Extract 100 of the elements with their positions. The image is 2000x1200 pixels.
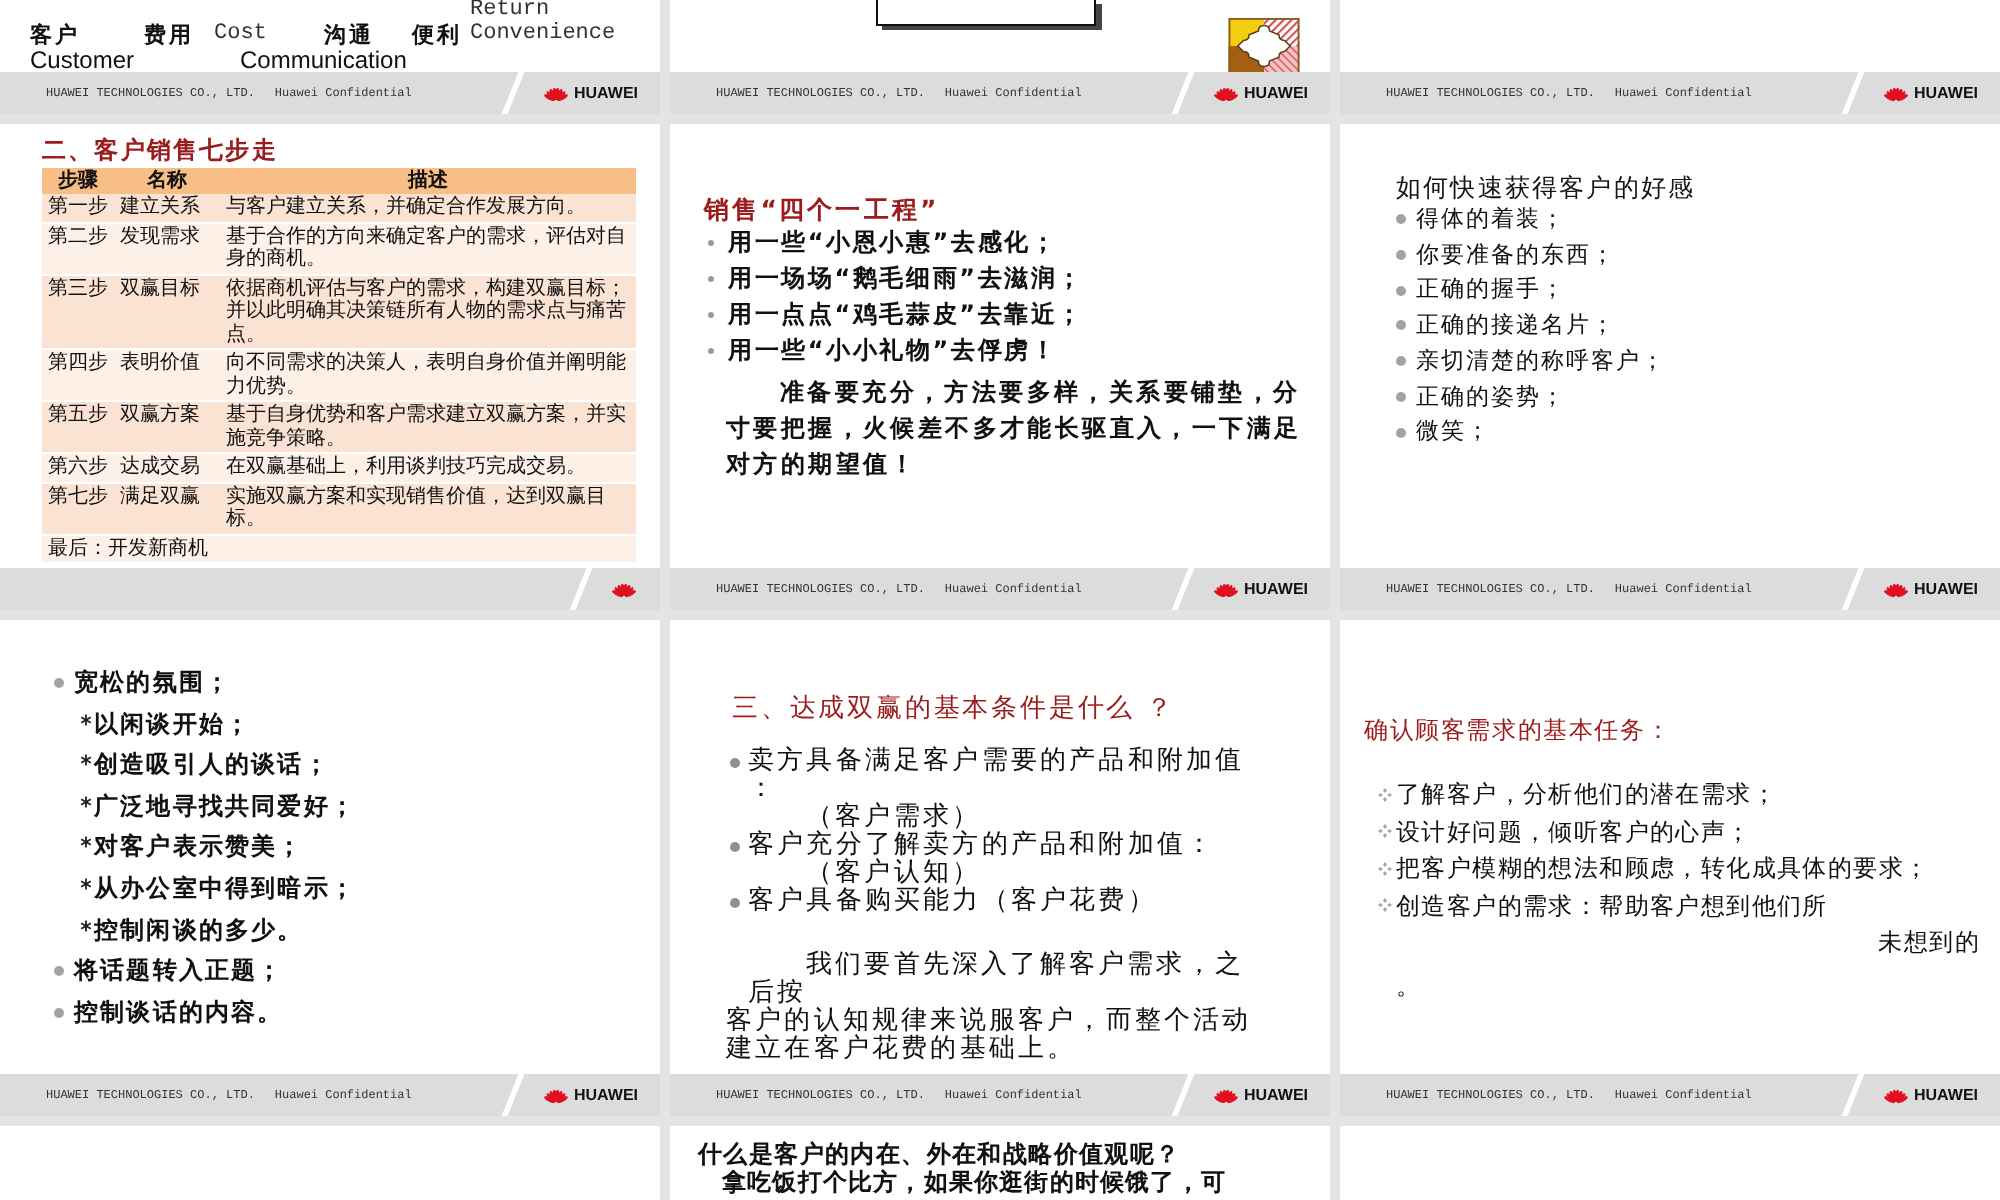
dot-bullet-icon [730,841,740,851]
table-cell: 表明价值 [114,349,220,401]
paragraph: 客户的认知规律来说服客户，而整个活动建立在客户花费的基础上。 [726,1008,1254,1064]
table-cell: 双赢目标 [114,274,220,349]
brand-name: HUAWEI [1244,580,1308,598]
list-item: 广泛地寻找共同爱好； [94,789,356,824]
list-item: 从办公室中得到暗示； [94,871,356,906]
table-cell: 依据商机评估与客户的需求，构建双赢目标；并以此明确其决策链所有人物的需求点与痛苦点。 [220,274,636,349]
slide-title: 销售“四个一工程” [704,194,941,224]
table-cell: 基于合作的方向来确定客户的需求，评估对自身的商机。 [220,222,636,274]
list-item: 宽松的氛围； [74,666,232,700]
dot-bullet-icon [1396,356,1406,367]
dot-bullet-icon [708,275,714,281]
brand-name: HUAWEI [1914,580,1978,598]
slide-title: 什么是客户的内在、外在和战略价值观呢？ [698,1140,1183,1168]
dot-bullet-icon [1396,427,1406,438]
paragraph: 我们要首先深入了解客户需求，之后按 [748,952,1244,1008]
dot-bullet-icon [1396,285,1406,296]
list-item: 创造吸引人的谈话； [94,748,330,783]
slide-title: 二、客户销售七步走 [42,136,280,164]
list-item: 客户充分了解卖方的产品和附加值： [748,832,1216,860]
dot-bullet-icon [708,311,714,317]
table-cell: 第五步 [42,401,114,453]
term-text: Convenience [470,22,616,48]
table-cell: 满足双赢 [114,482,220,534]
table-cell: 达成交易 [114,453,220,482]
diamond-bullet-icon [1378,861,1392,876]
table-cell: 向不同需求的决策人，表明自身价值并阐明能力优势。 [220,349,636,401]
asterisk-icon [80,919,92,932]
table-cell: 与客户建立关系，并确定合作发展方向。 [220,194,636,222]
dot-bullet-icon [1396,214,1406,225]
asterisk-icon [80,795,92,808]
list-item: 将话题转入正题； [74,954,284,989]
list-item: 得体的着装； [1416,202,1566,236]
term-text: 便利 [412,22,462,48]
brand-name: HUAWEI [1244,1086,1308,1104]
list-item: 用一些“小小礼物”去俘虏！ [728,334,1058,368]
table-cell: 双赢方案 [114,401,220,453]
dot-bullet-icon [54,1007,64,1018]
paragraph: 准备要充分，方法要多样，关系要铺垫，分寸要把握，火候差不多才能长驱直入，一下满足对方的期望值！ [726,376,1304,482]
slide-title: 如何快速获得客户的好感 [1396,174,1698,202]
asterisk-icon [80,754,92,767]
term-text: 费用 [144,22,194,48]
brand-name: HUAWEI [574,84,638,102]
paragraph: 拿吃饭打个比方，如果你逛街的时候饿了，可 [722,1168,1226,1196]
brand-name: HUAWEI [574,1086,638,1104]
table-cell: 基于自身优势和客户需求建立双赢方案，并实施竞争策略。 [220,401,636,453]
dot-bullet-icon [54,965,64,976]
table-cell: 发现需求 [114,222,220,274]
term-text: Communication [240,48,407,72]
term-text: 客户 [30,22,80,48]
list-item: 正确的握手； [1416,272,1566,307]
list-item: 以闲谈开始； [94,707,252,742]
continuation-text: 未想到的 [1878,926,1980,960]
brand-name: HUAWEI [1914,1086,1978,1104]
list-item: 用一场场“鹅毛细雨”去滋润； [728,262,1084,296]
dot-bullet-icon [708,347,714,353]
list-item: 卖方具备满足客户需要的产品和附加值： [748,748,1247,804]
list-item: 客户具备购买能力（客户花费） [748,888,1157,916]
table-cell: 第四步 [42,349,114,401]
dot-bullet-icon [1396,320,1406,331]
table-cell: 建立关系 [114,194,220,222]
dot-bullet-icon [708,239,714,245]
diamond-bullet-icon [1378,787,1392,802]
column-header: 名称 [114,168,220,194]
table-cell: 第二步 [42,222,114,274]
asterisk-icon [80,836,92,849]
table-cell: 实施双赢方案和实现销售价值，达到双赢目标。 [220,482,636,534]
dot-bullet-icon [730,757,740,767]
list-item: 创造客户的需求：帮助客户想到他们所 [1396,889,1828,923]
slide-title: 确认顾客需求的基本任务： [1364,714,1674,746]
term-text: Return [470,0,550,22]
list-item: 微笑； [1416,414,1491,449]
table-cell: 第三步 [42,274,114,349]
brand-name: HUAWEI [1244,84,1308,102]
note-text: （客户需求） [806,804,982,832]
slide-title: 三、达成双赢的基本条件是什么 ？ [730,694,1178,726]
list-item: 设计好问题，倾听客户的心声； [1396,815,1752,849]
column-header: 描述 [220,168,636,194]
dot-bullet-icon [54,677,64,688]
list-item: 对客户表示赞美； [94,830,304,865]
table-cell: 在双赢基础上，利用谈判技巧完成交易。 [220,453,636,482]
table-cell: 第六步 [42,453,114,482]
puzzle-tile-icon [1228,18,1300,74]
table-cell: 第一步 [42,194,114,222]
list-item: 用一点点“鸡毛蒜皮”去靠近； [728,298,1084,332]
diamond-bullet-icon [1378,898,1392,913]
note-text: （客户认知） [806,860,982,888]
list-item: 正确的接递名片； [1416,308,1616,343]
list-item: 你要准备的东西； [1416,237,1616,272]
term-text: Cost [214,22,267,48]
dot-bullet-icon [730,897,740,907]
asterisk-icon [80,713,92,726]
continuation-text: 。 [1396,969,1420,1003]
list-item: 用一些“小恩小惠”去感化； [728,226,1058,260]
table-cell: 最后：开发新商机 [42,534,636,562]
list-item: 亲切清楚的称呼客户； [1416,343,1666,378]
list-item: 了解客户，分析他们的潜在需求； [1396,778,1777,812]
diamond-bullet-icon [1378,824,1392,839]
dot-bullet-icon [1396,250,1406,261]
